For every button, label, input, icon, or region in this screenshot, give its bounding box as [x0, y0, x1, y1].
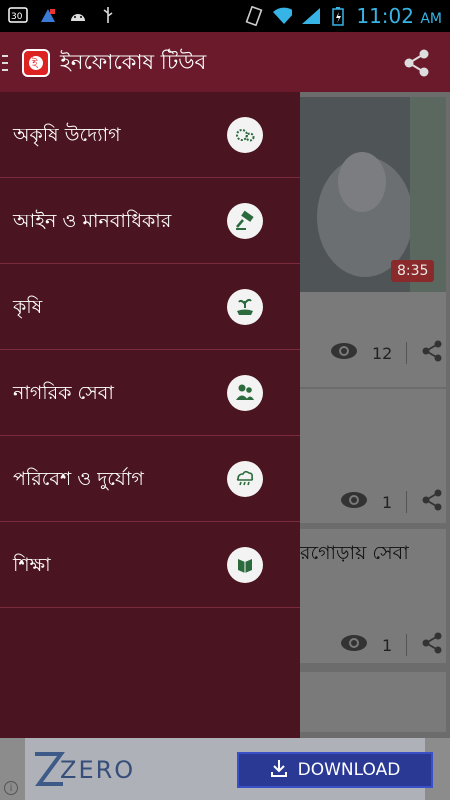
drawer-item-label: শিক্ষা — [13, 554, 51, 576]
share-icon[interactable] — [402, 48, 432, 78]
clock: 11:02 AM — [356, 4, 442, 28]
drawer-item-law-rights[interactable]: আইন ও মানবাধিকার — [0, 178, 300, 264]
vibrate-icon — [244, 6, 264, 26]
ad-brand: ZERO — [60, 756, 136, 784]
book-icon — [227, 547, 263, 583]
drawer-item-education[interactable]: শিক্ষা — [0, 522, 300, 608]
ad-content[interactable]: ZERO DOWNLOAD — [25, 738, 433, 800]
download-button[interactable]: DOWNLOAD — [237, 752, 433, 788]
people-icon — [227, 375, 263, 411]
view-count: 12 — [372, 343, 393, 363]
view-count: 1 — [382, 492, 393, 512]
30-icon: 30 — [8, 6, 28, 24]
navigation-drawer: অকৃষি উদ্যোগ আইন ও মানবাধিকার কৃষি নাগরি… — [0, 92, 300, 738]
plant-hand-icon — [227, 289, 263, 325]
gears-icon — [227, 117, 263, 153]
share-icon[interactable] — [421, 632, 443, 658]
drawer-item-label: পরিবেশ ও দুর্যোগ — [13, 468, 144, 490]
eye-icon — [330, 342, 358, 364]
video-meta: 1 — [340, 632, 443, 658]
divider — [406, 491, 408, 513]
download-icon — [270, 759, 288, 782]
app-bar: ই ইনফোকোষ টিউব — [0, 32, 450, 92]
eye-icon — [340, 634, 368, 656]
app-logo-icon[interactable]: ই — [22, 49, 50, 77]
drawer-item-label: অকৃষি উদ্যোগ — [13, 124, 121, 146]
drawer-item-agriculture[interactable]: কৃষি — [0, 264, 300, 350]
download-label: DOWNLOAD — [297, 760, 401, 780]
video-meta: 1 — [340, 489, 443, 515]
svg-text:30: 30 — [11, 12, 23, 22]
video-duration: 8:35 — [391, 260, 435, 282]
share-icon[interactable] — [421, 489, 443, 515]
view-count: 1 — [382, 635, 393, 655]
video-card[interactable] — [300, 672, 446, 732]
drawer-item-non-agri[interactable]: অকৃষি উদ্যোগ — [0, 92, 300, 178]
drawer-item-environment-disaster[interactable]: পরিবেশ ও দুর্যোগ — [0, 436, 300, 522]
divider — [406, 342, 408, 364]
drawer-item-label: কৃষি — [13, 296, 43, 318]
drawer-item-label: নাগরিক সেবা — [13, 382, 114, 404]
status-bar: 30 11:02 AM — [0, 0, 450, 32]
drawer-item-label: আইন ও মানবাধিকার — [13, 210, 172, 232]
battery-icon — [328, 7, 348, 26]
gavel-icon — [227, 203, 263, 239]
menu-icon[interactable] — [2, 54, 8, 72]
eye-icon — [340, 491, 368, 513]
usb-icon — [98, 6, 118, 24]
drawer-item-citizen-service[interactable]: নাগরিক সেবা — [0, 350, 300, 436]
share-icon[interactable] — [421, 340, 443, 366]
app-title: ইনফোকোষ টিউব — [60, 50, 207, 74]
android-icon — [68, 6, 88, 24]
storm-cloud-icon — [227, 461, 263, 497]
ad-info-icon[interactable]: i — [4, 781, 18, 795]
app-notification-icon — [38, 6, 58, 24]
ad-banner[interactable]: ZERO DOWNLOAD i — [0, 738, 450, 800]
video-meta: 12 — [330, 340, 443, 366]
divider — [406, 634, 408, 656]
video-title[interactable]: রগোড়ায় সেবা — [300, 539, 450, 571]
signal-icon — [300, 7, 321, 25]
wifi-icon — [272, 7, 293, 25]
